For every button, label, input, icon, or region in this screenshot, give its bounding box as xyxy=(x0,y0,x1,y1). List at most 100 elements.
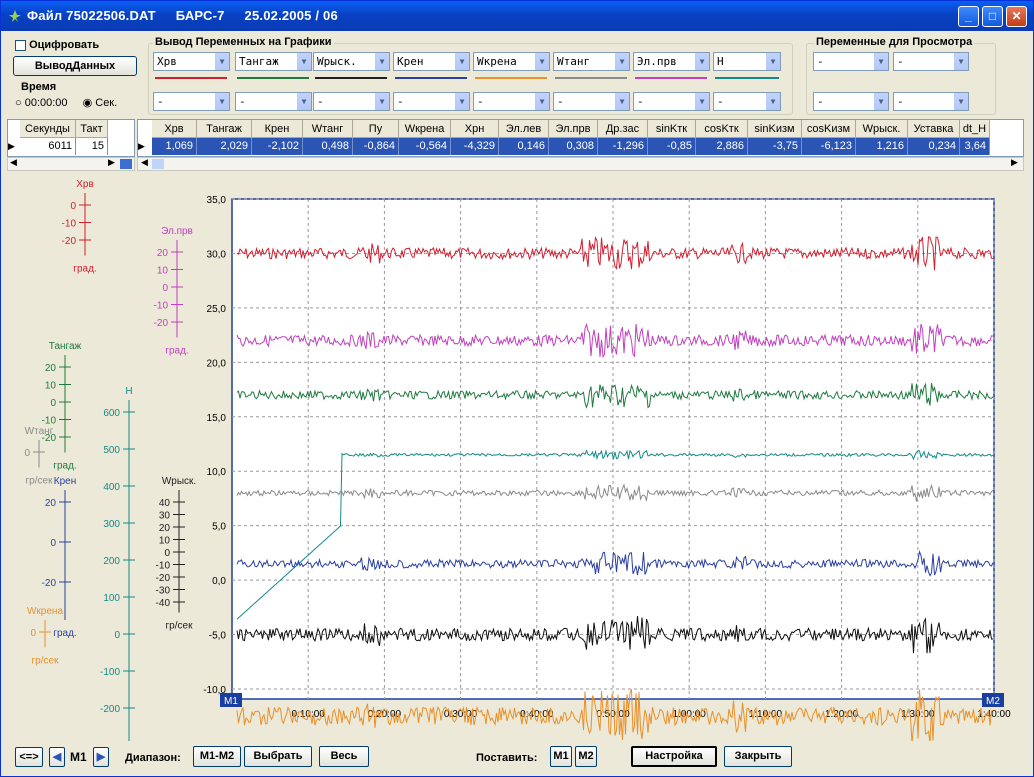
values-grid[interactable]: ▶ Хрв 1,069 Тангаж 2,029 Крен -2,102 Wтанг 0,498… xyxy=(137,119,1024,157)
cell-value[interactable]: -0,864 xyxy=(353,138,399,155)
radio-sec[interactable]: ◉ Сек. xyxy=(83,97,118,109)
graph-var-select-2[interactable]: - ▼ xyxy=(473,92,550,111)
cell-value[interactable]: -1,296 xyxy=(598,138,648,155)
chevron-down-icon[interactable]: ▼ xyxy=(214,53,229,70)
prev-arrow-button[interactable]: ◀ xyxy=(49,747,65,767)
time-grid[interactable]: Секунды 6011 Такт 15 ▶ xyxy=(7,119,135,157)
column-header[interactable]: cosKтк xyxy=(696,120,748,138)
chevron-down-icon[interactable]: ▼ xyxy=(454,53,469,70)
time-grid-scrollbar[interactable]: ◀ ▶ xyxy=(7,157,135,171)
view-var-select[interactable]: - ▼ xyxy=(813,92,889,111)
chevron-down-icon[interactable]: ▼ xyxy=(296,93,311,110)
chevron-down-icon[interactable]: ▼ xyxy=(296,53,311,70)
chevron-down-icon[interactable]: ▼ xyxy=(374,53,389,70)
radio-hms[interactable]: ○ 00:00:00 xyxy=(15,97,68,109)
close-button[interactable]: Закрыть xyxy=(724,746,792,767)
close-window-button[interactable]: ✕ xyxy=(1006,6,1027,27)
column-header[interactable]: cosKизм xyxy=(802,120,856,138)
chevron-down-icon[interactable]: ▼ xyxy=(694,53,709,70)
graph-var-select[interactable]: Wрыск. ▼ xyxy=(313,52,390,71)
column-header[interactable]: Эл.прв xyxy=(549,120,598,138)
cell-value[interactable]: -2,102 xyxy=(252,138,303,155)
cell-value[interactable]: 15 xyxy=(76,138,108,155)
chevron-down-icon[interactable]: ▼ xyxy=(765,53,780,70)
column-header[interactable]: Хрн xyxy=(451,120,499,138)
cell-value[interactable]: -0,85 xyxy=(648,138,696,155)
column-header[interactable]: Wтанг xyxy=(303,120,353,138)
next-arrow-button[interactable]: ▶ xyxy=(93,747,109,767)
chevron-down-icon[interactable]: ▼ xyxy=(953,93,968,110)
set-m2-button[interactable]: M2 xyxy=(575,746,597,767)
chart-area[interactable]: 35,030,025,020,015,010,05,00,0-5,0-10,00… xyxy=(1,179,1033,741)
graph-var-select-2[interactable]: - ▼ xyxy=(713,92,781,111)
column-header[interactable]: Wкрена xyxy=(399,120,451,138)
cell-value[interactable]: 1,069 xyxy=(152,138,197,155)
column-header[interactable]: Пу xyxy=(353,120,399,138)
cell-value[interactable]: 2,886 xyxy=(696,138,748,155)
column-header[interactable]: Тангаж xyxy=(197,120,252,138)
cell-value[interactable]: -3,75 xyxy=(748,138,802,155)
set-m1-button[interactable]: M1 xyxy=(550,746,572,767)
graph-var-select[interactable]: Крен ▼ xyxy=(393,52,470,71)
chevron-down-icon[interactable]: ▼ xyxy=(694,93,709,110)
cell-value[interactable]: -0,564 xyxy=(399,138,451,155)
settings-button[interactable]: Настройка xyxy=(631,746,717,767)
cell-value[interactable]: 0,498 xyxy=(303,138,353,155)
graph-var-select-2[interactable]: - ▼ xyxy=(393,92,470,111)
graph-var-select[interactable]: Эл.прв ▼ xyxy=(633,52,710,71)
graph-var-select[interactable]: Хрв ▼ xyxy=(153,52,230,71)
title-bar[interactable]: Файл 75022506.DAT БАРС-7 25.02.2005 / 06 _… xyxy=(1,1,1033,31)
view-var-select[interactable]: - ▼ xyxy=(893,52,969,71)
column-header[interactable]: Эл.лев xyxy=(499,120,549,138)
maximize-button[interactable]: □ xyxy=(982,6,1003,27)
cell-value[interactable]: 0,146 xyxy=(499,138,549,155)
graph-var-select[interactable]: Wкрена ▼ xyxy=(473,52,550,71)
chevron-down-icon[interactable]: ▼ xyxy=(534,93,549,110)
column-header[interactable]: Секунды xyxy=(20,120,76,138)
cell-value[interactable]: 1,216 xyxy=(856,138,908,155)
graph-var-select-2[interactable]: - ▼ xyxy=(235,92,312,111)
view-var-select[interactable]: - ▼ xyxy=(813,52,889,71)
chevron-down-icon[interactable]: ▼ xyxy=(873,93,888,110)
minimize-button[interactable]: _ xyxy=(958,6,979,27)
view-var-select[interactable]: - ▼ xyxy=(893,92,969,111)
graph-var-select-2[interactable]: - ▼ xyxy=(633,92,710,111)
cell-value[interactable]: -6,123 xyxy=(802,138,856,155)
digitize-checkbox[interactable]: Оцифровать xyxy=(15,39,99,51)
graph-var-select[interactable]: Wтанг ▼ xyxy=(553,52,630,71)
chevron-down-icon[interactable]: ▼ xyxy=(614,93,629,110)
cell-value[interactable]: 0,308 xyxy=(549,138,598,155)
graph-var-select-2[interactable]: - ▼ xyxy=(313,92,390,111)
cell-value[interactable]: 0,234 xyxy=(908,138,960,155)
column-header[interactable]: Крен xyxy=(252,120,303,138)
chevron-down-icon[interactable]: ▼ xyxy=(765,93,780,110)
cell-value[interactable]: -4,329 xyxy=(451,138,499,155)
column-header[interactable]: Др.зас xyxy=(598,120,648,138)
chevron-down-icon[interactable]: ▼ xyxy=(873,53,888,70)
output-data-button[interactable]: ВыводДанных xyxy=(13,56,137,76)
column-header[interactable]: sinKтк xyxy=(648,120,696,138)
column-header[interactable]: Уставка xyxy=(908,120,960,138)
chevron-down-icon[interactable]: ▼ xyxy=(953,53,968,70)
chevron-down-icon[interactable]: ▼ xyxy=(534,53,549,70)
graph-var-select[interactable]: Тангаж ▼ xyxy=(235,52,312,71)
column-header[interactable]: sinKизм xyxy=(748,120,802,138)
column-header[interactable]: Такт xyxy=(76,120,108,138)
values-grid-scrollbar[interactable]: ◀ ▶ xyxy=(137,157,1024,171)
chevron-down-icon[interactable]: ▼ xyxy=(454,93,469,110)
checkbox-box[interactable] xyxy=(15,39,26,51)
chevron-down-icon[interactable]: ▼ xyxy=(214,93,229,110)
graph-var-select[interactable]: Н ▼ xyxy=(713,52,781,71)
cell-value[interactable]: 6011 xyxy=(20,138,76,155)
select-button[interactable]: Выбрать xyxy=(244,746,312,767)
toggle-range-button[interactable]: <=> xyxy=(15,747,43,767)
column-header[interactable]: dt_H xyxy=(960,120,990,138)
column-header[interactable]: Хрв xyxy=(152,120,197,138)
graph-var-select-2[interactable]: - ▼ xyxy=(153,92,230,111)
cell-value[interactable]: 2,029 xyxy=(197,138,252,155)
graph-var-select-2[interactable]: - ▼ xyxy=(553,92,630,111)
all-button[interactable]: Весь xyxy=(319,746,369,767)
cell-value[interactable]: 3,64 xyxy=(960,138,990,155)
chevron-down-icon[interactable]: ▼ xyxy=(374,93,389,110)
range-m1m2-button[interactable]: M1-M2 xyxy=(193,746,241,767)
